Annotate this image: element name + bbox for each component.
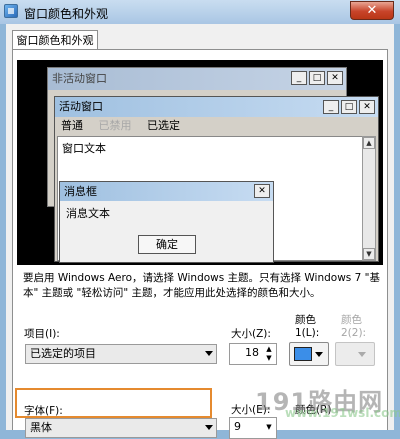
font-select-value: 黑体 bbox=[30, 421, 52, 434]
inactive-window-title: 非活动窗口 bbox=[52, 72, 107, 85]
chevron-down-icon bbox=[358, 352, 366, 357]
maximize-icon: □ bbox=[309, 71, 325, 85]
item-select[interactable]: 已选定的项目 bbox=[25, 344, 217, 364]
preview-message-box[interactable]: 消息框 ✕ 消息文本 确定 bbox=[59, 181, 274, 263]
item-label: 项目(I): bbox=[24, 328, 60, 340]
decrement-icon[interactable]: ▼ bbox=[263, 354, 275, 363]
color2-label: 颜色 2(2): bbox=[341, 314, 367, 339]
chevron-down-icon bbox=[205, 351, 213, 356]
item-select-value: 已选定的项目 bbox=[30, 347, 96, 360]
window-title: 窗口颜色和外观 bbox=[24, 7, 109, 21]
menu-item-disabled[interactable]: 已禁用 bbox=[99, 119, 132, 132]
item-size-label: 大小(Z): bbox=[231, 328, 271, 340]
font-size-stepper[interactable]: 9 ▼ bbox=[229, 417, 277, 439]
item-size-stepper[interactable]: 18 ▲ ▼ bbox=[229, 343, 277, 365]
scroll-down-icon: ▼ bbox=[363, 248, 375, 260]
active-window-title: 活动窗口 bbox=[59, 100, 103, 113]
chevron-down-icon bbox=[315, 352, 323, 357]
app-icon bbox=[4, 4, 18, 18]
close-button[interactable]: ✕ bbox=[350, 1, 394, 20]
message-text: 消息文本 bbox=[66, 207, 110, 220]
tab-panel: 非活动窗口 _ □ ✕ 活动窗口 _ □ ✕ 普通 已禁用 已选定 窗口文本 ▲… bbox=[12, 49, 388, 439]
chevron-down-icon bbox=[205, 425, 213, 430]
window-text: 窗口文本 bbox=[62, 142, 106, 155]
minimize-icon: _ bbox=[323, 100, 339, 114]
maximize-icon: □ bbox=[341, 100, 357, 114]
color1-label: 颜色 1(L): bbox=[295, 314, 320, 339]
font-select[interactable]: 黑体 bbox=[25, 418, 217, 438]
menu-item-normal[interactable]: 普通 bbox=[61, 119, 83, 132]
color1-picker[interactable] bbox=[289, 342, 329, 366]
font-size-value: 9 bbox=[234, 420, 241, 433]
preview-menubar: 普通 已禁用 已选定 bbox=[55, 117, 378, 134]
close-icon: ✕ bbox=[366, 3, 378, 18]
ok-button[interactable]: 确定 bbox=[138, 235, 196, 254]
menu-item-selected[interactable]: 已选定 bbox=[147, 119, 180, 132]
scroll-up-icon: ▲ bbox=[363, 137, 375, 149]
watermark-url: www.191wsl.com bbox=[285, 406, 400, 420]
preview-scrollbar[interactable]: ▲ ▼ bbox=[362, 136, 376, 261]
close-icon: ✕ bbox=[359, 100, 375, 114]
color2-picker[interactable] bbox=[335, 342, 375, 366]
dialog-body: 窗口颜色和外观 非活动窗口 _ □ ✕ 活动窗口 _ □ ✕ 普通 已禁用 已选… bbox=[6, 24, 394, 439]
window-titlebar[interactable]: 窗口颜色和外观 ✕ bbox=[0, 0, 400, 24]
chevron-down-icon[interactable]: ▼ bbox=[263, 423, 275, 432]
aero-hint-text: 要启用 Windows Aero，请选择 Windows 主题。只有选择 Win… bbox=[23, 272, 380, 299]
tab-window-color-appearance[interactable]: 窗口颜色和外观 bbox=[12, 30, 98, 50]
color1-swatch bbox=[294, 347, 312, 361]
close-icon: ✕ bbox=[254, 184, 270, 198]
message-box-title: 消息框 bbox=[64, 185, 97, 198]
font-highlight-box bbox=[15, 388, 212, 418]
minimize-icon: _ bbox=[291, 71, 307, 85]
appearance-preview[interactable]: 非活动窗口 _ □ ✕ 活动窗口 _ □ ✕ 普通 已禁用 已选定 窗口文本 ▲… bbox=[17, 60, 383, 265]
close-icon: ✕ bbox=[327, 71, 343, 85]
increment-icon[interactable]: ▲ bbox=[263, 345, 275, 354]
item-size-value: 18 bbox=[245, 346, 259, 359]
